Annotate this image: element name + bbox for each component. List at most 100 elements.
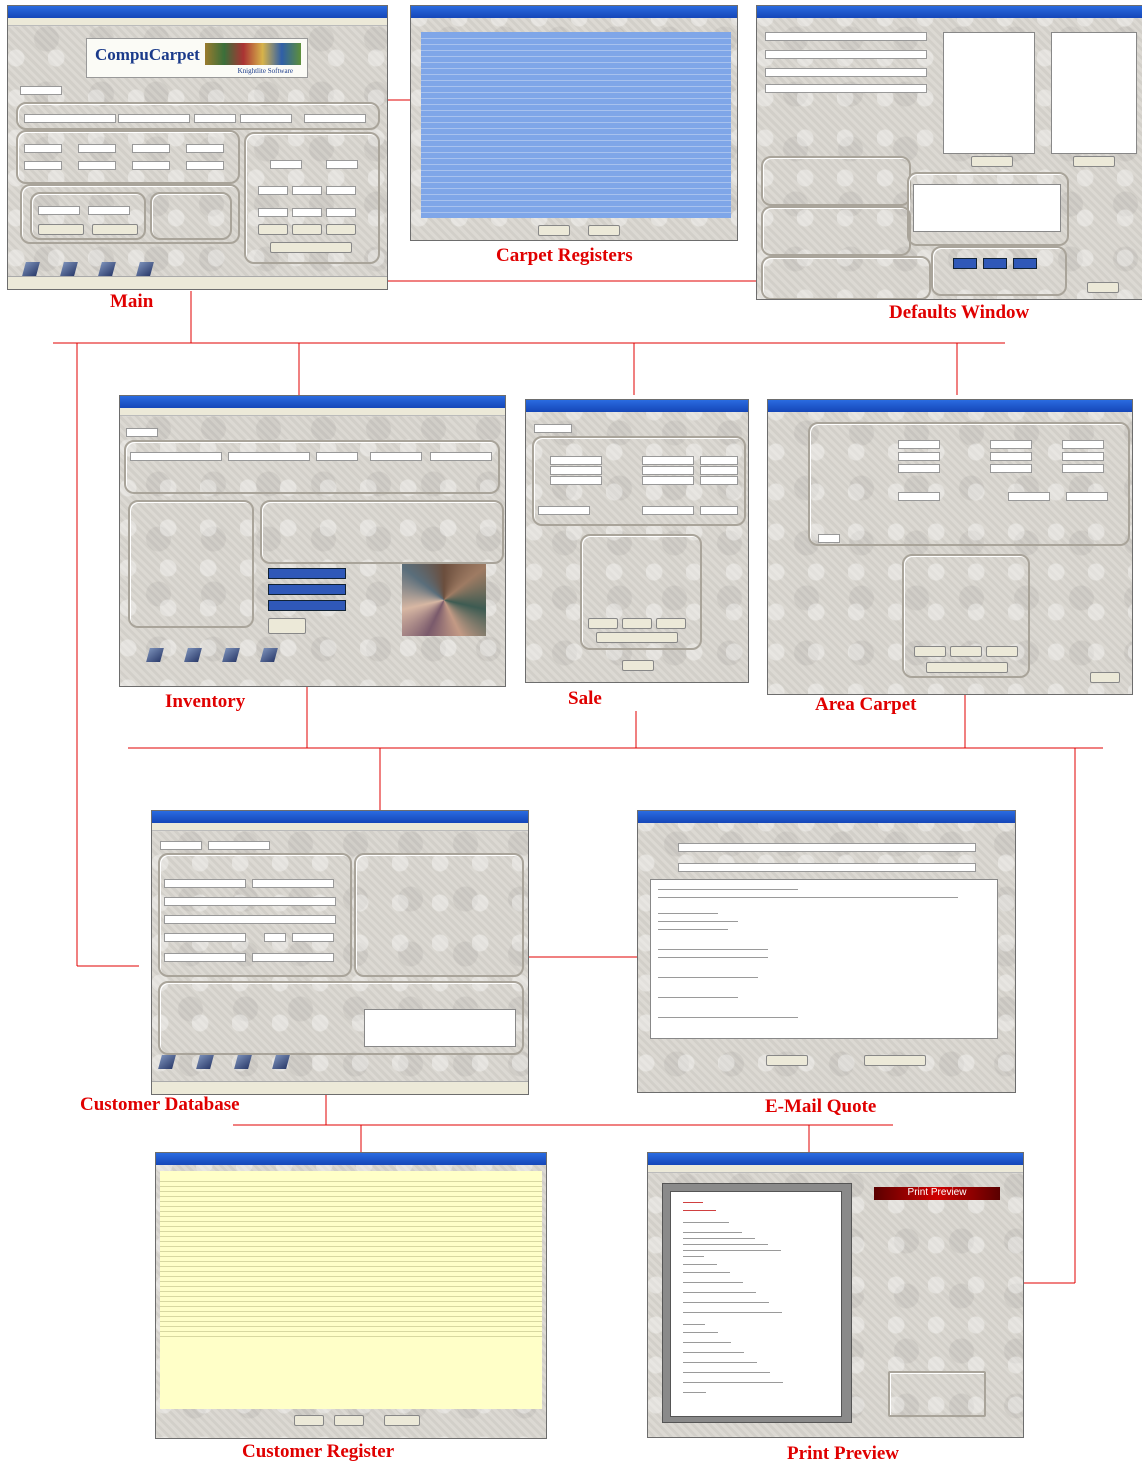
state[interactable] — [264, 933, 286, 942]
message-body[interactable] — [650, 879, 998, 1039]
area-total-2[interactable] — [1008, 492, 1050, 501]
copy-button[interactable] — [622, 618, 652, 629]
customer-row[interactable] — [160, 1271, 542, 1272]
register-row[interactable] — [421, 98, 731, 99]
register-row[interactable] — [421, 38, 731, 39]
ok-button[interactable] — [1090, 672, 1120, 683]
style-button-3[interactable] — [1013, 258, 1037, 269]
area-field-9[interactable] — [1062, 464, 1104, 473]
price-field-5[interactable] — [24, 161, 62, 170]
clear-button[interactable] — [986, 646, 1018, 657]
customer-row[interactable] — [160, 1241, 542, 1242]
register-row[interactable] — [421, 146, 731, 147]
price-field-6[interactable] — [78, 161, 116, 170]
register-row[interactable] — [421, 182, 731, 183]
total-field-1[interactable] — [538, 506, 590, 515]
cancel-button[interactable] — [294, 1415, 324, 1426]
customer-row[interactable] — [160, 1251, 542, 1252]
print-button[interactable] — [588, 225, 620, 236]
register-row[interactable] — [421, 194, 731, 195]
phone[interactable] — [164, 953, 246, 962]
print-button[interactable] — [334, 1415, 364, 1426]
sku-field[interactable] — [316, 452, 358, 461]
city[interactable] — [164, 933, 246, 942]
option-3[interactable] — [268, 600, 346, 611]
customer-row[interactable] — [160, 1236, 542, 1237]
list-box-1[interactable] — [943, 32, 1035, 154]
register-row[interactable] — [421, 110, 731, 111]
register-row[interactable] — [421, 68, 731, 69]
total-field-3[interactable] — [700, 506, 738, 515]
nav-icon[interactable] — [222, 648, 240, 662]
customer-row[interactable] — [160, 1256, 542, 1257]
record-number[interactable] — [160, 841, 202, 850]
style-button-1[interactable] — [953, 258, 977, 269]
sale-field-1[interactable] — [550, 456, 602, 465]
option-1[interactable] — [268, 568, 346, 579]
sale-field-7[interactable] — [550, 476, 602, 485]
calculate-button[interactable] — [914, 646, 946, 657]
last-name[interactable] — [252, 879, 334, 888]
register-row[interactable] — [421, 170, 731, 171]
register-row[interactable] — [421, 86, 731, 87]
customer-row[interactable] — [160, 1226, 542, 1227]
customer-row[interactable] — [160, 1231, 542, 1232]
calculate-button[interactable] — [258, 224, 288, 235]
copy-button[interactable] — [292, 224, 322, 235]
discount-field[interactable] — [534, 424, 572, 433]
clear-button[interactable] — [656, 618, 686, 629]
register-row[interactable] — [421, 212, 731, 213]
ok-button[interactable] — [1087, 282, 1119, 293]
search-end[interactable] — [88, 206, 130, 215]
register-row[interactable] — [421, 128, 731, 129]
salesman[interactable] — [765, 50, 927, 59]
customer-row[interactable] — [160, 1311, 542, 1312]
nav-icon[interactable] — [22, 262, 40, 276]
customer-row[interactable] — [160, 1221, 542, 1222]
item-field[interactable] — [24, 114, 116, 123]
address[interactable] — [765, 68, 927, 77]
register-row[interactable] — [421, 116, 731, 117]
print-register-button[interactable] — [384, 1415, 420, 1426]
price-field-3[interactable] — [132, 144, 170, 153]
area-total-1[interactable] — [898, 492, 940, 501]
search-field[interactable] — [20, 86, 62, 95]
nav-icon[interactable] — [260, 648, 278, 662]
company-name[interactable] — [765, 32, 927, 41]
register-row[interactable] — [421, 104, 731, 105]
customer-row[interactable] — [160, 1186, 542, 1187]
subject-field[interactable] — [678, 863, 976, 872]
nav-icon[interactable] — [158, 1055, 176, 1069]
customer-row[interactable] — [160, 1246, 542, 1247]
register-row[interactable] — [421, 44, 731, 45]
clear-database-button[interactable] — [92, 224, 138, 235]
sku-field[interactable] — [194, 114, 236, 123]
register-list[interactable] — [421, 32, 731, 218]
sort-field[interactable] — [208, 841, 270, 850]
customer-row[interactable] — [160, 1306, 542, 1307]
to-field[interactable] — [678, 843, 976, 852]
register-row[interactable] — [421, 164, 731, 165]
option-2[interactable] — [268, 584, 346, 595]
calc-field-2[interactable] — [326, 160, 358, 169]
area-field-7[interactable] — [898, 464, 940, 473]
customer-row[interactable] — [160, 1301, 542, 1302]
email-message[interactable] — [913, 184, 1061, 232]
customer-row[interactable] — [160, 1286, 542, 1287]
ok-button[interactable] — [622, 660, 654, 671]
customer-row[interactable] — [160, 1281, 542, 1282]
calc-field-4[interactable] — [292, 186, 322, 195]
nav-icon[interactable] — [196, 1055, 214, 1069]
total-field-2[interactable] — [642, 506, 694, 515]
sale-field-8[interactable] — [642, 476, 694, 485]
price-field-7[interactable] — [132, 161, 170, 170]
sale-field-4[interactable] — [550, 466, 602, 475]
calc-field-1[interactable] — [270, 160, 302, 169]
customer-list[interactable] — [160, 1171, 542, 1409]
clear-button[interactable] — [326, 224, 356, 235]
manufacturer-field[interactable] — [118, 114, 190, 123]
area-field-2[interactable] — [990, 440, 1032, 449]
sale-field-6[interactable] — [700, 466, 738, 475]
customer-row[interactable] — [160, 1261, 542, 1262]
update-button-2[interactable] — [1073, 156, 1115, 167]
